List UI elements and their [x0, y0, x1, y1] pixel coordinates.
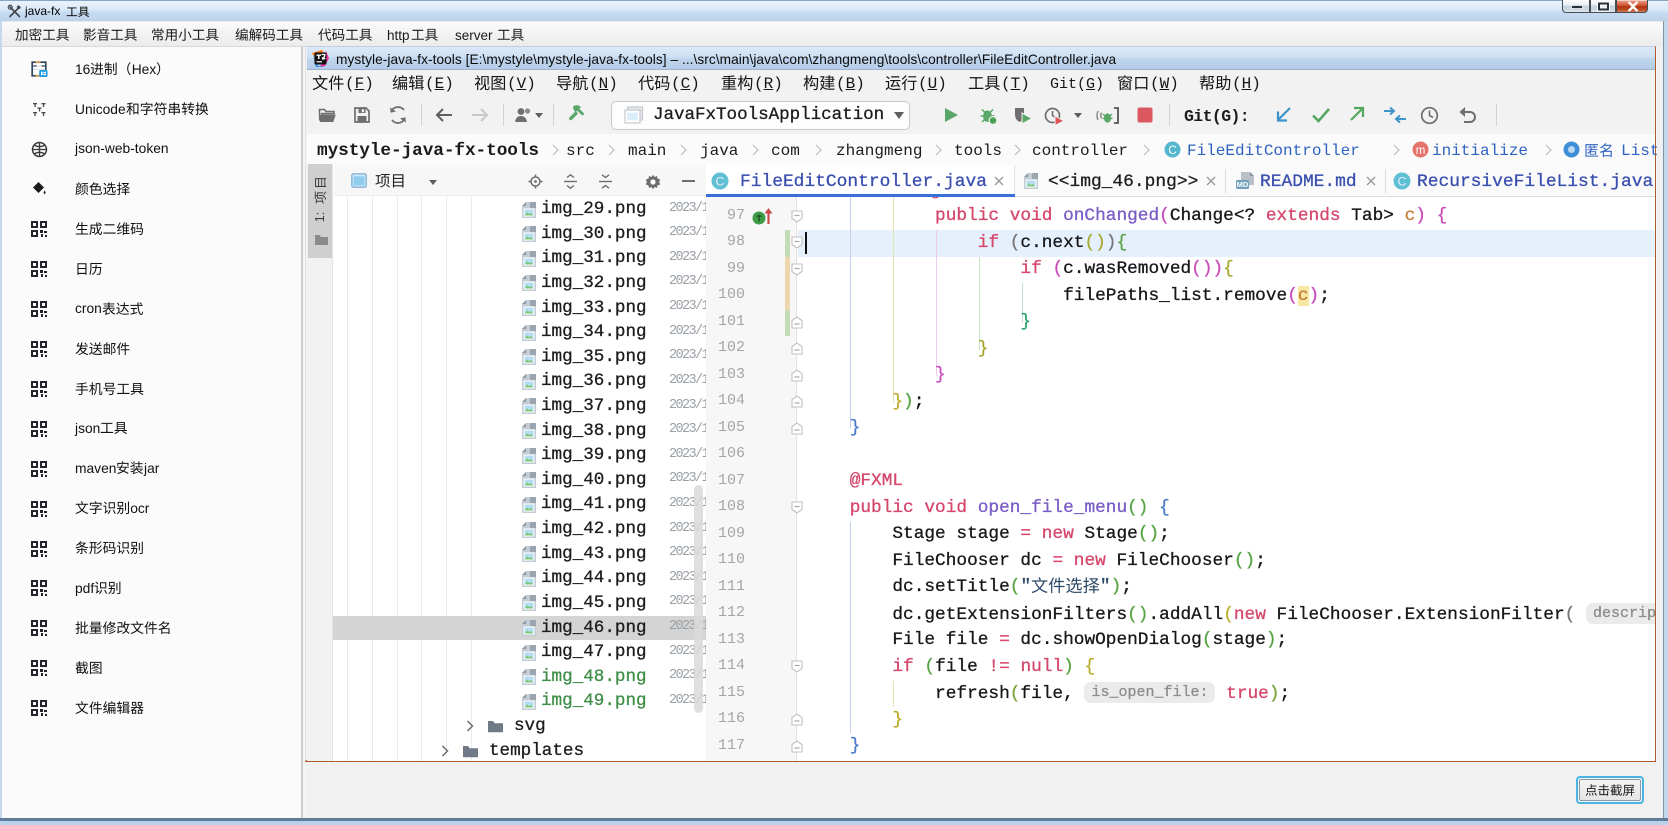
svg-text:C: C: [716, 175, 725, 189]
